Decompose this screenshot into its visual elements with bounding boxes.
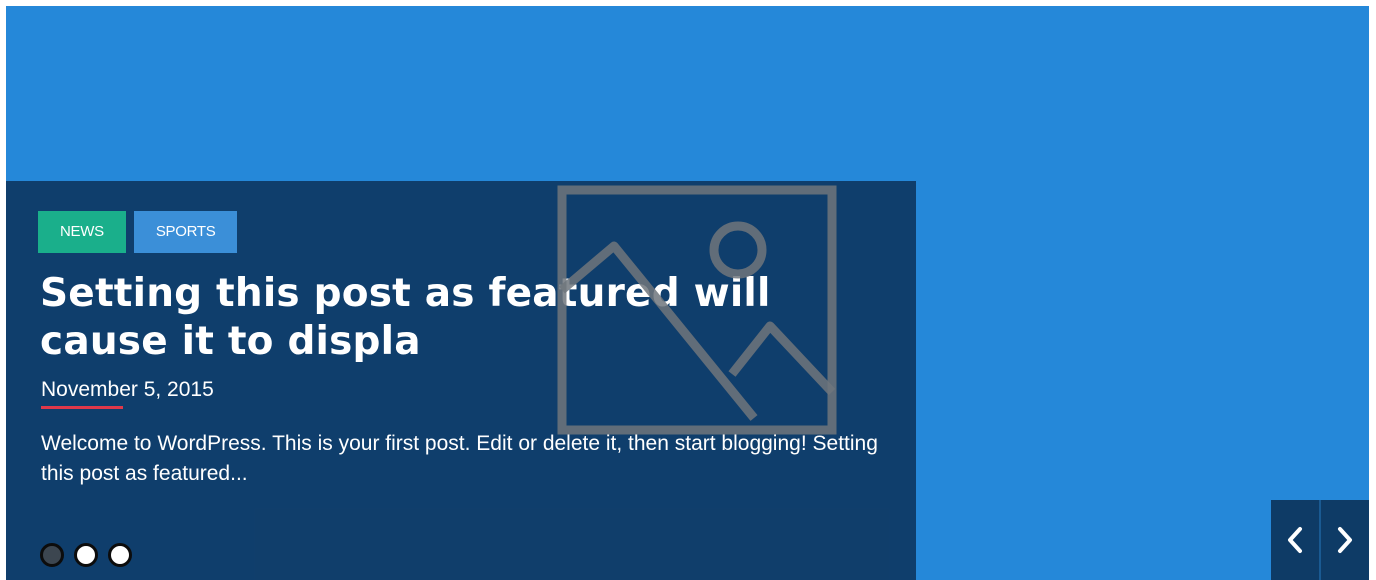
prev-slide-button[interactable]: [1271, 500, 1319, 580]
chevron-right-icon: [1338, 527, 1352, 553]
date-underline: [41, 406, 123, 409]
pagination-dot-2[interactable]: [74, 543, 98, 567]
tag-sports[interactable]: SPORTS: [133, 211, 238, 253]
featured-slider: NEWS SPORTS Setting this post as feature…: [6, 6, 1369, 580]
post-title[interactable]: Setting this post as featured will cause…: [40, 270, 800, 366]
pagination-dot-1[interactable]: [40, 543, 64, 567]
pagination-dot-3[interactable]: [108, 543, 132, 567]
slider-navigation: [1271, 500, 1369, 580]
chevron-left-icon: [1288, 527, 1302, 553]
category-tags: NEWS SPORTS: [38, 211, 238, 253]
slider-pagination: [40, 543, 132, 567]
post-date: November 5, 2015: [41, 378, 214, 401]
post-excerpt: Welcome to WordPress. This is your first…: [41, 432, 878, 485]
caption-panel: NEWS SPORTS Setting this post as feature…: [6, 181, 916, 580]
tag-news[interactable]: NEWS: [38, 211, 126, 253]
next-slide-button[interactable]: [1321, 500, 1369, 580]
